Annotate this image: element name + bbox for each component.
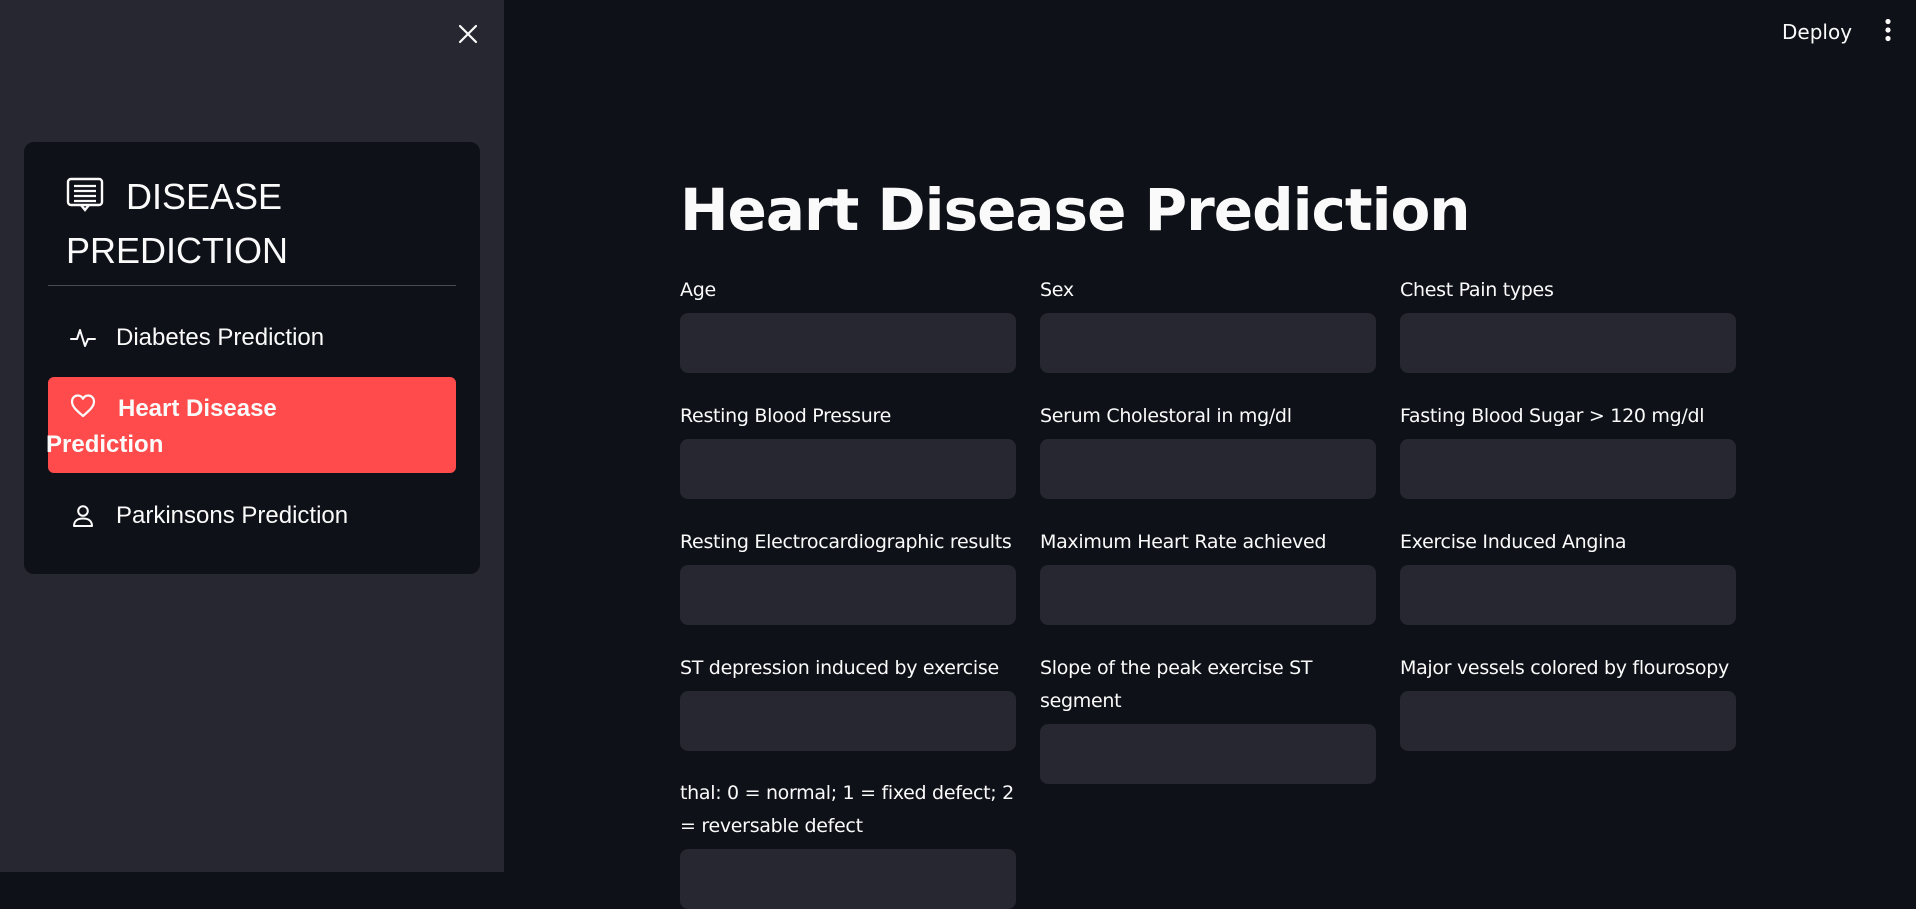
field-label: Fasting Blood Sugar > 120 mg/dl xyxy=(1400,405,1705,427)
field-sex: Sex xyxy=(1040,274,1376,373)
nav-item-label: Parkinsons Prediction xyxy=(116,502,349,529)
st-depression-input[interactable] xyxy=(680,691,1016,751)
exercise-induced-angina-input[interactable] xyxy=(1400,565,1736,625)
max-heart-rate-input[interactable] xyxy=(1040,565,1376,625)
page-title: Heart Disease Prediction xyxy=(680,176,1471,244)
st-slope-input[interactable] xyxy=(1040,724,1376,784)
nav-item-parkinsons-prediction[interactable]: Parkinsons Prediction xyxy=(48,488,456,544)
resting-blood-pressure-input[interactable] xyxy=(680,439,1016,499)
field-chest-pain-types: Chest Pain types xyxy=(1400,274,1736,373)
close-sidebar-button[interactable] xyxy=(452,20,484,52)
more-vertical-icon xyxy=(1884,18,1892,47)
resting-ecg-input[interactable] xyxy=(680,565,1016,625)
field-label: thal: 0 = normal; 1 = fixed defect; 2 = … xyxy=(680,782,1014,837)
field-resting-blood-pressure: Resting Blood Pressure xyxy=(680,400,1016,499)
field-max-heart-rate: Maximum Heart Rate achieved xyxy=(1040,526,1376,625)
field-thal: thal: 0 = normal; 1 = fixed defect; 2 = … xyxy=(680,777,1016,909)
field-resting-ecg: Resting Electrocardiographic results xyxy=(680,526,1016,625)
field-label: Major vessels colored by flourosopy xyxy=(1400,657,1729,679)
menu-divider xyxy=(48,285,456,286)
activity-icon xyxy=(70,325,96,351)
field-label: Resting Blood Pressure xyxy=(680,405,892,427)
major-vessels-input[interactable] xyxy=(1400,691,1736,751)
document-icon xyxy=(66,174,104,212)
field-label: Maximum Heart Rate achieved xyxy=(1040,531,1327,553)
option-menu: DISEASE PREDICTION Diabetes Prediction H… xyxy=(24,142,480,574)
field-st-slope: Slope of the peak exercise ST segment xyxy=(1040,652,1376,784)
field-exercise-induced-angina: Exercise Induced Angina xyxy=(1400,526,1736,625)
field-label: Serum Cholestoral in mg/dl xyxy=(1040,405,1292,427)
field-age: Age xyxy=(680,274,1016,373)
sidebar: DISEASE PREDICTION Diabetes Prediction H… xyxy=(0,0,504,872)
chest-pain-types-input[interactable] xyxy=(1400,313,1736,373)
field-label: Sex xyxy=(1040,279,1074,301)
nav-item-heart-disease-prediction[interactable]: Heart Disease Prediction xyxy=(46,377,456,473)
field-label: Chest Pain types xyxy=(1400,279,1554,301)
nav-item-label: Heart Disease Prediction xyxy=(46,395,277,458)
field-label: Exercise Induced Angina xyxy=(1400,531,1627,553)
field-major-vessels: Major vessels colored by flourosopy xyxy=(1400,652,1736,751)
close-icon xyxy=(457,23,479,50)
sex-input[interactable] xyxy=(1040,313,1376,373)
nav-item-diabetes-prediction[interactable]: Diabetes Prediction xyxy=(48,310,456,366)
field-label: Resting Electrocardiographic results xyxy=(680,531,1012,553)
field-label: Slope of the peak exercise ST segment xyxy=(1040,657,1313,712)
nav-item-label: Diabetes Prediction xyxy=(116,324,325,351)
fasting-blood-sugar-input[interactable] xyxy=(1400,439,1736,499)
serum-cholestoral-input[interactable] xyxy=(1040,439,1376,499)
main-menu-button[interactable] xyxy=(1874,16,1902,48)
field-fasting-blood-sugar: Fasting Blood Sugar > 120 mg/dl xyxy=(1400,400,1736,499)
field-label: ST depression induced by exercise xyxy=(680,657,999,679)
thal-input[interactable] xyxy=(680,849,1016,909)
menu-title: DISEASE PREDICTION xyxy=(66,170,446,278)
field-label: Age xyxy=(680,279,716,301)
age-input[interactable] xyxy=(680,313,1016,373)
field-st-depression: ST depression induced by exercise xyxy=(680,652,1016,751)
field-serum-cholestoral: Serum Cholestoral in mg/dl xyxy=(1040,400,1376,499)
person-icon xyxy=(70,503,96,529)
deploy-button[interactable]: Deploy xyxy=(1770,14,1864,50)
